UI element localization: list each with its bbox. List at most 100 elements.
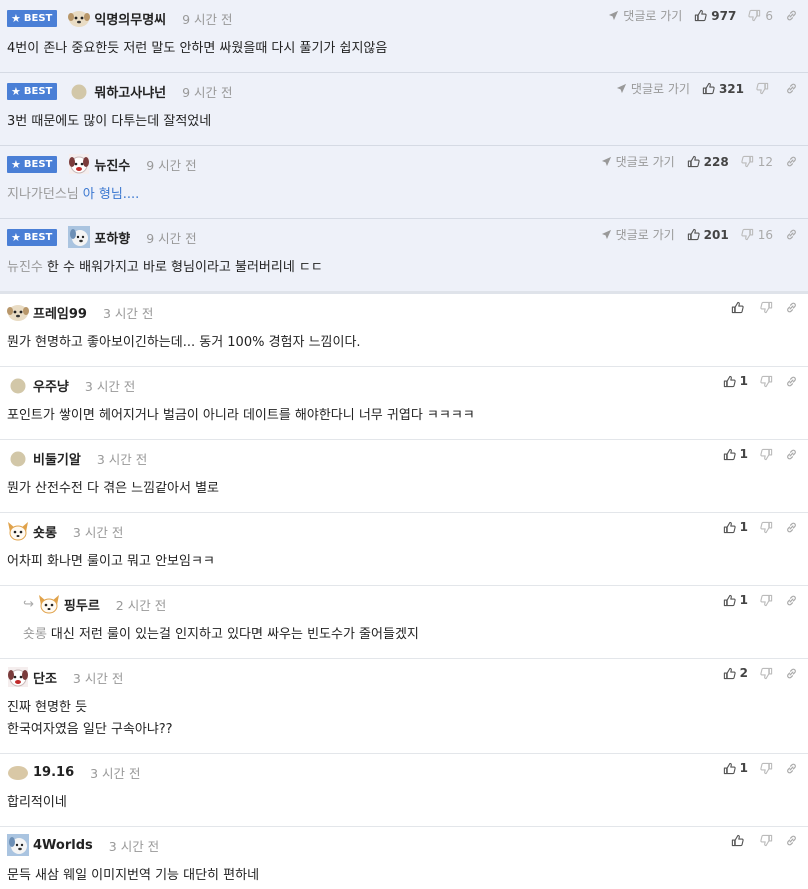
like-button[interactable]: 1 <box>723 520 748 534</box>
permalink-button[interactable] <box>785 594 798 607</box>
comment-actions: 1 <box>711 374 798 388</box>
thumbs-down-icon <box>760 301 773 314</box>
goto-comment-link[interactable]: 댓글로 가기 <box>616 80 690 97</box>
permalink-button[interactable] <box>785 521 798 534</box>
nickname[interactable]: 숏롱 <box>33 522 57 541</box>
permalink-button[interactable] <box>785 667 798 680</box>
permalink-button[interactable] <box>785 448 798 461</box>
permalink-button[interactable] <box>785 301 798 314</box>
like-count: 977 <box>711 8 737 23</box>
best-comment: ★ BEST 포하향 9 시간 전 댓글로 가기 201 16 뉴진수 한 수 배워가지고 바로… <box>0 219 808 294</box>
like-count: 2 <box>739 666 748 680</box>
nickname[interactable]: 포하향 <box>94 228 130 247</box>
fox-avatar-icon[interactable] <box>38 593 60 615</box>
goto-comment-link[interactable]: 댓글로 가기 <box>601 226 675 243</box>
puppy-avatar-icon[interactable] <box>7 666 29 688</box>
dislike-button[interactable]: 16 <box>741 228 773 242</box>
like-button[interactable]: 321 <box>702 82 744 96</box>
comment-header: 숏롱 3 시간 전 <box>7 521 798 541</box>
permalink-button[interactable] <box>785 82 798 95</box>
comment-line: 문득 새삼 웨일 이미지번역 기능 대단히 편하네 <box>7 865 798 887</box>
comment-actions: 1 <box>711 593 798 607</box>
comment-body: 뭔가 산전수전 다 겪은 느낌같아서 별로 <box>7 468 798 512</box>
thumbs-down-icon <box>760 594 773 607</box>
dislike-button[interactable] <box>760 834 773 847</box>
dislike-button[interactable]: 6 <box>748 9 773 23</box>
like-button[interactable]: 1 <box>723 593 748 607</box>
comment-actions: 댓글로 가기 977 6 <box>596 7 798 24</box>
mention-link[interactable]: 지나가던스님 <box>7 187 79 202</box>
comment-actions: 1 <box>711 761 798 775</box>
like-button[interactable] <box>731 834 748 847</box>
like-button[interactable]: 1 <box>723 447 748 461</box>
dislike-button[interactable] <box>760 448 773 461</box>
comment: 숏롱 3 시간 전 1 어차피 화나면 룰이고 뭐고 안보임ㅋㅋ <box>0 513 808 586</box>
permalink-button[interactable] <box>785 228 798 241</box>
dislike-button[interactable] <box>760 521 773 534</box>
goto-comment-link[interactable]: 댓글로 가기 <box>608 7 682 24</box>
blob-avatar-icon[interactable] <box>7 374 29 396</box>
nickname[interactable]: 4Worlds <box>33 838 93 853</box>
blob-avatar-icon[interactable] <box>68 80 90 102</box>
comment-actions: 댓글로 가기 201 16 <box>589 226 798 243</box>
permalink-button[interactable] <box>785 834 798 847</box>
thumbs-up-icon <box>694 9 707 22</box>
nickname[interactable]: 익명의무명씨 <box>94 9 166 28</box>
link-icon <box>785 375 798 388</box>
permalink-button[interactable] <box>785 375 798 388</box>
like-button[interactable]: 1 <box>723 761 748 775</box>
thumbs-down-icon <box>760 762 773 775</box>
mention-link[interactable]: 뉴진수 <box>7 260 43 275</box>
nickname[interactable]: 프레임99 <box>33 303 87 322</box>
blob-avatar-icon[interactable] <box>7 447 29 469</box>
dislike-button[interactable] <box>760 762 773 775</box>
fox-avatar-icon[interactable] <box>7 520 29 542</box>
dislike-button[interactable] <box>756 82 773 95</box>
nickname[interactable]: 핑두르 <box>64 595 100 614</box>
comment-header: 우주냥 3 시간 전 <box>7 375 798 395</box>
link-icon <box>785 834 798 847</box>
dislike-button[interactable] <box>760 667 773 680</box>
dislike-button[interactable]: 12 <box>741 155 773 169</box>
nickname[interactable]: 비둘기알 <box>33 449 81 468</box>
dislike-button[interactable] <box>760 301 773 314</box>
potato-avatar-icon[interactable] <box>7 761 29 783</box>
dislike-count: 16 <box>757 227 773 242</box>
like-button[interactable]: 201 <box>687 228 729 242</box>
comment-body: 숏롱 대신 저런 룰이 있는걸 인지하고 있다면 싸우는 빈도수가 줄어들겠지 <box>23 614 798 658</box>
thumbs-up-icon <box>723 521 736 534</box>
nickname[interactable]: 뭐하고사냐넌 <box>94 82 166 101</box>
comment-actions: 1 <box>711 520 798 534</box>
thumbs-up-icon <box>723 667 736 680</box>
goto-comment-link[interactable]: 댓글로 가기 <box>601 153 675 170</box>
like-button[interactable]: 1 <box>723 374 748 388</box>
comment-body: 어차피 화나면 룰이고 뭐고 안보임ㅋㅋ <box>7 541 798 585</box>
dislike-button[interactable] <box>760 375 773 388</box>
blue-dog-avatar-icon[interactable] <box>7 834 29 856</box>
nickname[interactable]: 단조 <box>33 668 57 687</box>
dislike-button[interactable] <box>760 594 773 607</box>
link-icon <box>785 521 798 534</box>
comment-body: 문득 새삼 웨일 이미지번역 기능 대단히 편하네 <box>7 855 798 889</box>
permalink-button[interactable] <box>785 155 798 168</box>
comment-line: 합리적이네 <box>7 792 798 814</box>
nickname[interactable]: 뉴진수 <box>94 155 130 174</box>
like-button[interactable]: 228 <box>687 155 729 169</box>
nickname[interactable]: 19.16 <box>33 765 74 780</box>
comment-line: 어차피 화나면 룰이고 뭐고 안보임ㅋㅋ <box>7 551 798 573</box>
dog-avatar-icon[interactable] <box>68 7 91 29</box>
nickname[interactable]: 우주냥 <box>33 376 69 395</box>
like-button[interactable] <box>731 301 748 314</box>
blue-dog-avatar-icon[interactable] <box>68 226 91 248</box>
mention-link[interactable]: 숏롱 <box>23 627 47 642</box>
dog-avatar-icon[interactable] <box>7 301 29 323</box>
send-arrow-icon <box>616 83 627 94</box>
link-icon <box>785 155 798 168</box>
thumbs-down-icon <box>756 82 769 95</box>
permalink-button[interactable] <box>785 762 798 775</box>
like-button[interactable]: 977 <box>694 9 736 23</box>
puppy-avatar-icon[interactable] <box>68 153 90 175</box>
timestamp: 9 시간 전 <box>146 230 197 246</box>
permalink-button[interactable] <box>785 9 798 22</box>
like-button[interactable]: 2 <box>723 666 748 680</box>
